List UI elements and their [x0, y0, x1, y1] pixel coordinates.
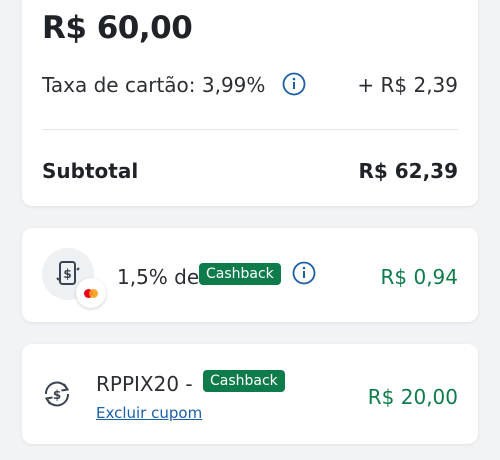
coupon-value: R$ 20,00 [367, 385, 458, 409]
cashback-badge: Cashback [199, 263, 281, 285]
card-fee-label: Taxa de cartão: 3,99% [42, 73, 266, 97]
card-fee-value: + R$ 2,39 [357, 73, 458, 97]
coupon-code: RPPIX20 - [96, 372, 193, 396]
divider [42, 129, 458, 130]
cashback-percent-text: 1,5% de [117, 265, 200, 289]
total-amount: R$ 60,00 [42, 10, 193, 46]
cashback-phone-icon: $ [56, 261, 80, 285]
card-fee-row: Taxa de cartão: 3,99% + R$ 2,39 [42, 64, 458, 104]
subtotal-label: Subtotal [42, 159, 139, 183]
cashback-value: R$ 0,94 [380, 265, 458, 289]
svg-text:$: $ [53, 388, 61, 402]
info-icon[interactable] [292, 261, 316, 285]
coupon-cashback-badge: Cashback [203, 370, 285, 392]
order-summary-card: R$ 60,00 Taxa de cartão: 3,99% + R$ 2,39… [22, 0, 478, 206]
remove-coupon-link[interactable]: Excluir cupom [96, 404, 202, 422]
coupon-refresh-icon: $ [40, 380, 74, 412]
subtotal-value: R$ 62,39 [358, 159, 458, 183]
svg-text:$: $ [63, 267, 71, 281]
coupon-card: $ RPPIX20 - Cashback Excluir cupom R$ 20… [22, 344, 478, 444]
cashback-card: $ 1,5% de Cashback R$ 0,94 [22, 228, 478, 322]
mastercard-icon [76, 278, 106, 308]
info-icon[interactable] [282, 72, 306, 96]
